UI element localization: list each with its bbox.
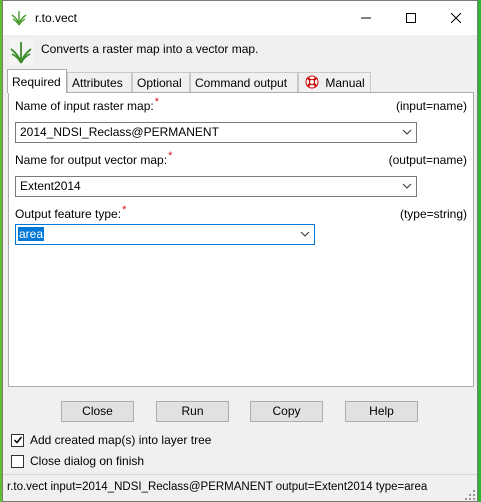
combo-value: area	[18, 227, 45, 241]
close-on-finish-option[interactable]: Close dialog on finish	[11, 453, 144, 469]
required-marker: *	[168, 150, 173, 162]
feature-type-select[interactable]: area	[15, 224, 315, 245]
help-button[interactable]: Help	[345, 401, 418, 422]
title-bar[interactable]: r.to.vect	[3, 1, 477, 35]
output-vector-combo[interactable]: Extent2014	[15, 176, 417, 197]
output-vector-label: Name for output vector map:*	[15, 150, 173, 167]
output-param-hint: (output=name)	[388, 153, 467, 167]
tab-manual[interactable]: Manual	[298, 72, 371, 92]
chevron-down-icon	[402, 129, 412, 135]
window-title: r.to.vect	[35, 11, 78, 25]
minimize-button[interactable]	[343, 1, 388, 35]
input-raster-combo[interactable]: 2014_NDSI_Reclass@PERMANENT	[15, 122, 417, 143]
minimize-icon	[360, 17, 371, 19]
tab-label: Manual	[325, 76, 365, 90]
required-panel: Name of input raster map:* (input=name) …	[8, 92, 474, 387]
close-icon	[450, 13, 461, 23]
command-preview: r.to.vect input=2014_NDSI_Reclass@PERMAN…	[7, 481, 428, 493]
required-marker: *	[122, 204, 127, 216]
close-on-finish-label: Close dialog on finish	[30, 454, 145, 468]
chevron-down-icon	[402, 183, 412, 189]
combo-value: Extent2014	[20, 179, 81, 193]
tab-label: Attributes	[72, 76, 123, 90]
tab-command-output[interactable]: Command output	[190, 72, 298, 92]
dialog-window: r.to.vect Converts a raster map into a v…	[2, 0, 478, 502]
tab-required[interactable]: Required	[7, 69, 67, 93]
tab-label: Required	[12, 75, 61, 89]
lifebuoy-icon	[305, 75, 319, 89]
grass-logo-icon	[9, 39, 33, 65]
combo-value: 2014_NDSI_Reclass@PERMANENT	[20, 125, 219, 139]
resize-grip-icon[interactable]	[465, 490, 475, 500]
tab-optional[interactable]: Optional	[132, 72, 190, 92]
add-to-layer-tree-checkbox[interactable]	[11, 433, 24, 447]
field-label-text: Name of input raster map:	[15, 99, 154, 113]
tab-attributes[interactable]: Attributes	[67, 72, 132, 92]
maximize-button[interactable]	[388, 1, 433, 35]
grass-app-icon	[11, 11, 27, 26]
close-window-button[interactable]	[433, 1, 478, 35]
add-to-layer-tree-option[interactable]: Add created map(s) into layer tree	[11, 432, 211, 448]
close-on-finish-checkbox[interactable]	[11, 454, 24, 468]
required-marker: *	[154, 96, 160, 108]
add-to-layer-tree-label: Add created map(s) into layer tree	[30, 433, 212, 447]
type-param-hint: (type=string)	[399, 207, 467, 221]
run-button[interactable]: Run	[156, 401, 229, 422]
input-raster-label: Name of input raster map:*	[15, 96, 160, 113]
module-description: Converts a raster map into a vector map.	[41, 42, 259, 56]
copy-button[interactable]: Copy	[250, 401, 323, 422]
status-bar: r.to.vect input=2014_NDSI_Reclass@PERMAN…	[3, 474, 477, 502]
tab-label: Command output	[195, 76, 288, 90]
chevron-down-icon	[300, 231, 310, 237]
field-label-text: Name for output vector map:	[15, 153, 168, 167]
checkmark-icon	[13, 436, 22, 444]
feature-type-label: Output feature type:*	[15, 204, 127, 221]
maximize-icon	[405, 13, 416, 23]
module-header: Converts a raster map into a vector map.	[3, 35, 477, 69]
field-label-text: Output feature type:	[15, 207, 122, 221]
input-param-hint: (input=name)	[395, 99, 467, 113]
tab-label: Optional	[137, 76, 182, 90]
close-button[interactable]: Close	[61, 401, 134, 422]
